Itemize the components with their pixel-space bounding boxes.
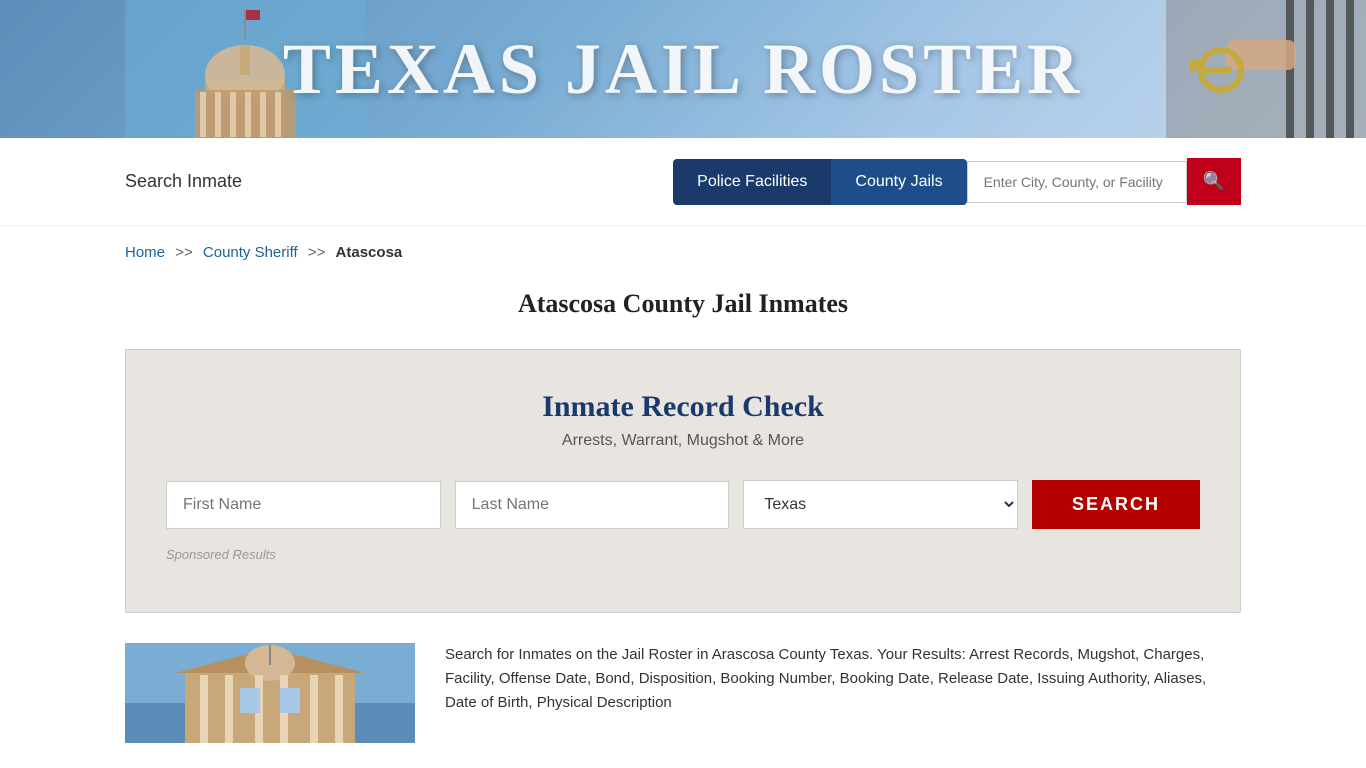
- keys-illustration: [1166, 0, 1366, 138]
- nav-buttons: Police Facilities County Jails 🔍: [673, 158, 1241, 205]
- search-icon: 🔍: [1203, 171, 1225, 192]
- record-check-title: Inmate Record Check: [166, 390, 1200, 424]
- bottom-description: Search for Inmates on the Jail Roster in…: [445, 643, 1241, 715]
- record-check-form: AlabamaAlaskaArizonaArkansasCaliforniaCo…: [166, 480, 1200, 529]
- banner-title: Texas Jail Roster: [283, 28, 1083, 111]
- nav-bar: Search Inmate Police Facilities County J…: [0, 138, 1366, 226]
- breadcrumb-current: Atascosa: [336, 244, 403, 261]
- search-inmates-button[interactable]: SEARCH: [1032, 480, 1200, 529]
- last-name-input[interactable]: [455, 481, 730, 529]
- page-title: Atascosa County Jail Inmates: [0, 289, 1366, 319]
- sponsored-results-label: Sponsored Results: [166, 547, 1200, 562]
- search-inmate-label: Search Inmate: [125, 171, 673, 192]
- facility-search-input[interactable]: [967, 161, 1187, 203]
- bottom-section: Search for Inmates on the Jail Roster in…: [0, 643, 1366, 743]
- record-check-box: Inmate Record Check Arrests, Warrant, Mu…: [125, 349, 1241, 613]
- header-banner: Texas Jail Roster: [0, 0, 1366, 138]
- police-facilities-button[interactable]: Police Facilities: [673, 159, 831, 205]
- bottom-facility-image: [125, 643, 415, 743]
- breadcrumb-home[interactable]: Home: [125, 244, 165, 261]
- breadcrumb-separator-2: >>: [308, 244, 326, 261]
- breadcrumb: Home >> County Sheriff >> Atascosa: [0, 226, 1366, 279]
- facility-illustration: [125, 643, 415, 743]
- county-jails-button[interactable]: County Jails: [831, 159, 966, 205]
- facility-search-button[interactable]: 🔍: [1187, 158, 1241, 205]
- breadcrumb-county-sheriff[interactable]: County Sheriff: [203, 244, 298, 261]
- record-check-subtitle: Arrests, Warrant, Mugshot & More: [166, 432, 1200, 450]
- breadcrumb-separator-1: >>: [175, 244, 193, 261]
- state-select[interactable]: AlabamaAlaskaArizonaArkansasCaliforniaCo…: [743, 480, 1018, 529]
- first-name-input[interactable]: [166, 481, 441, 529]
